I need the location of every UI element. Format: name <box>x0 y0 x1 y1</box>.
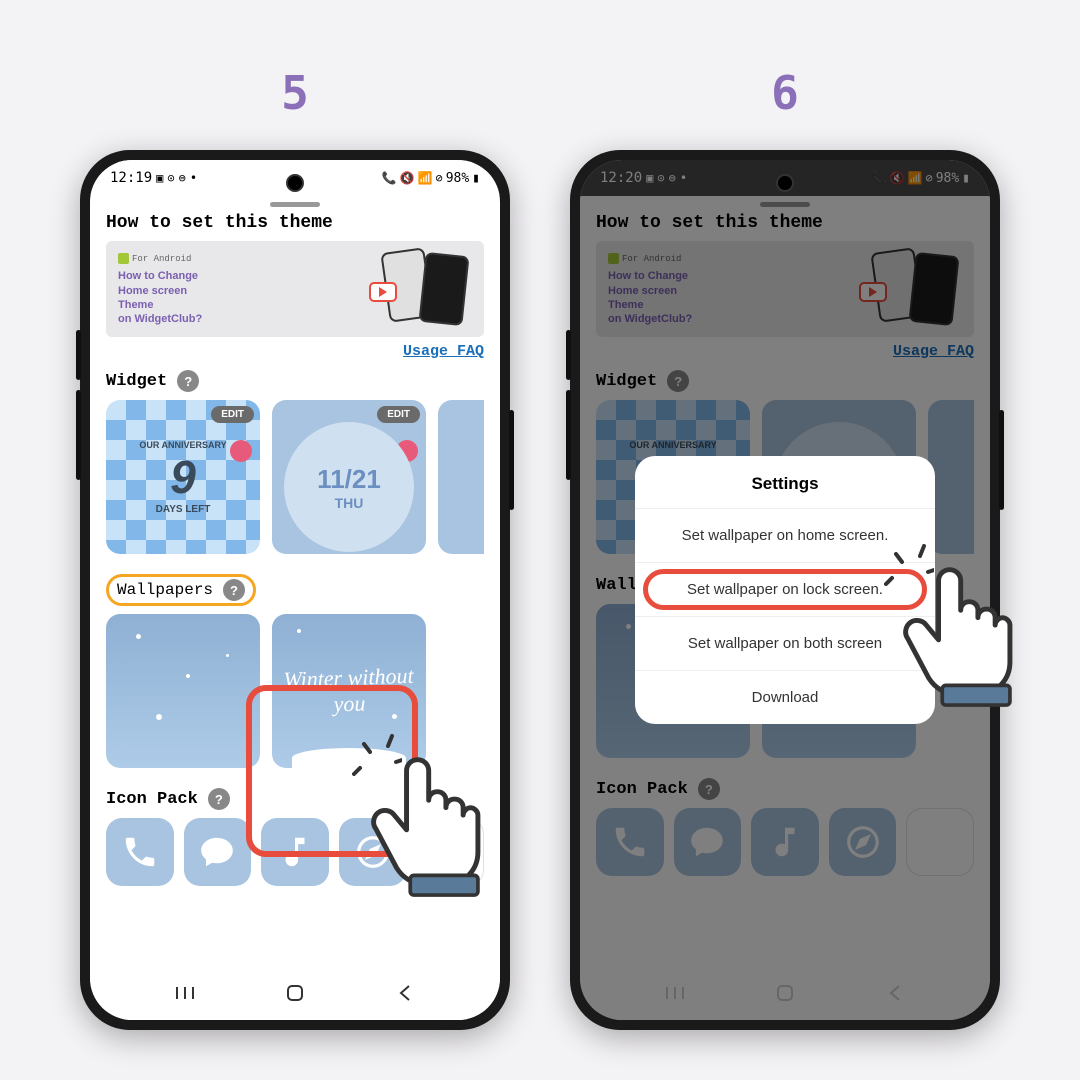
phone-step-5: 12:19 ▣⊙⊜• 📞🔇📶⊘ 98%▮ How to set this the… <box>80 150 510 1030</box>
icon-empty[interactable] <box>416 818 484 886</box>
nav-recents-icon[interactable] <box>173 981 197 1005</box>
nav-bar <box>90 966 500 1020</box>
help-icon[interactable]: ? <box>208 788 230 810</box>
wallpaper-tile-winter[interactable]: Winter without you <box>272 614 426 768</box>
battery-percent: 98% <box>446 171 469 186</box>
dialog-option-home[interactable]: Set wallpaper on home screen. <box>635 508 935 562</box>
wallpaper-tile-1[interactable] <box>106 614 260 768</box>
page-title: How to set this theme <box>106 213 484 233</box>
dialog-title: Settings <box>635 456 935 508</box>
widget-card-date[interactable]: EDIT 11/21 THU <box>272 400 426 554</box>
icon-phone[interactable] <box>106 818 174 886</box>
wallpapers-section-header: Wallpapers ? <box>106 574 256 606</box>
nav-home-icon[interactable] <box>283 981 307 1005</box>
icon-chat[interactable] <box>184 818 252 886</box>
promo-illustration <box>367 250 472 328</box>
dialog-option-both[interactable]: Set wallpaper on both screen <box>635 616 935 670</box>
widget-card-anniversary[interactable]: EDIT OUR ANNIVERSARY 9 DAYS LEFT <box>106 400 260 554</box>
widget-section-header: Widget ? <box>106 370 484 392</box>
icon-music[interactable] <box>261 818 329 886</box>
nav-back-icon[interactable] <box>393 981 417 1005</box>
usage-faq-link[interactable]: Usage FAQ <box>106 343 484 360</box>
phone-step-6: 12:20 ▣⊙⊜• 📞🔇📶⊘ 98%▮ How to set this the… <box>570 150 1000 1030</box>
icon-compass[interactable] <box>339 818 407 886</box>
android-badge: For Android <box>118 253 191 264</box>
camera-notch <box>776 174 794 192</box>
camera-notch <box>286 174 304 192</box>
highlight-lock-option <box>643 569 927 610</box>
widget-card-snow[interactable] <box>438 400 484 554</box>
drag-handle-icon[interactable] <box>270 202 320 207</box>
iconpack-section-header: Icon Pack ? <box>106 788 484 810</box>
help-icon[interactable]: ? <box>223 579 245 601</box>
play-icon <box>369 282 397 302</box>
wallpaper-script-text: Winter without you <box>269 611 428 770</box>
promo-banner[interactable]: For Android How to Change Home screen Th… <box>106 241 484 337</box>
step-number-6: 6 <box>570 66 1000 120</box>
dialog-option-download[interactable]: Download <box>635 670 935 724</box>
edit-pill[interactable]: EDIT <box>377 406 420 423</box>
status-time: 12:19 <box>110 170 152 186</box>
help-icon[interactable]: ? <box>177 370 199 392</box>
settings-dialog: Settings Set wallpaper on home screen. S… <box>635 456 935 724</box>
dialog-option-lock[interactable]: Set wallpaper on lock screen. <box>635 562 935 616</box>
step-number-5: 5 <box>80 66 510 120</box>
